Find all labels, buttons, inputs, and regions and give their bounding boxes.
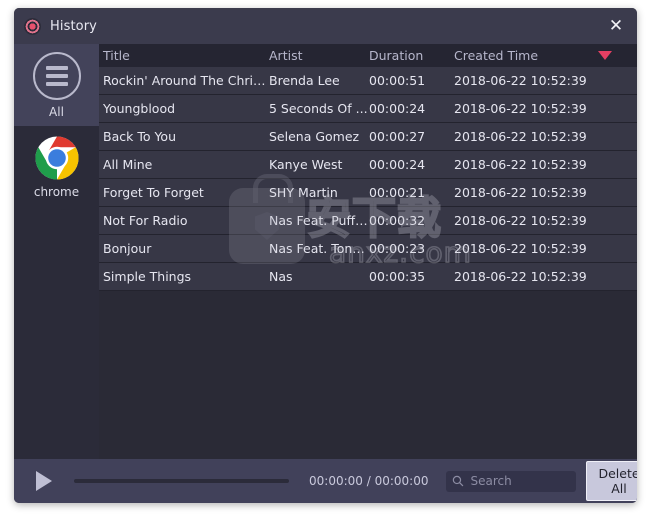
row-cell-created-time: 2018-06-22 10:52:39: [454, 185, 587, 200]
row-cell-title: Back To You: [103, 129, 176, 144]
player-bar: 00:00:00 / 00:00:00 Delete All: [14, 459, 637, 503]
title-bar: History ✕: [14, 8, 637, 44]
row-cell-duration: 00:00:24: [369, 157, 426, 172]
row-cell-artist: SHY Martin: [269, 185, 338, 200]
row-cell-duration: 00:00:35: [369, 269, 426, 284]
window-title: History: [50, 18, 97, 34]
row-cell-title: All Mine: [103, 157, 153, 172]
history-window: History ✕ All chrome Title Artist Durati…: [14, 8, 637, 503]
row-cell-duration: 00:00:23: [369, 241, 426, 256]
table-row[interactable]: Back To You Selena Gomez 00:00:27 2018-06-2…: [99, 123, 637, 151]
column-header-duration[interactable]: Duration: [369, 48, 454, 63]
search-box[interactable]: [446, 470, 577, 492]
hamburger-circle-icon: [32, 51, 81, 100]
row-cell-title: Bonjour: [103, 241, 152, 256]
row-cell-duration: 00:00:32: [369, 213, 426, 228]
window-body: All chrome Title Artist Duration Created…: [14, 44, 637, 459]
row-cell-created-time: 2018-06-22 10:52:39: [454, 101, 587, 116]
row-cell-title: Rockin' Around The Christ...: [103, 73, 269, 88]
search-icon: [453, 475, 464, 487]
chrome-logo-icon: [34, 135, 79, 180]
row-cell-created-time: 2018-06-22 10:52:39: [454, 157, 587, 172]
sort-descending-caret-icon: [598, 51, 612, 60]
row-cell-duration: 00:00:27: [369, 129, 426, 144]
sidebar-item-label-chrome: chrome: [33, 184, 80, 199]
progress-slider[interactable]: [74, 479, 289, 483]
play-icon[interactable]: [36, 471, 52, 491]
row-cell-duration: 00:00:21: [369, 185, 426, 200]
row-cell-created-time: 2018-06-22 10:52:39: [454, 129, 587, 144]
row-cell-created-time: 2018-06-22 10:52:39: [454, 73, 587, 88]
table-row[interactable]: Forget To Forget SHY Martin 00:00:21 2018-0…: [99, 179, 637, 207]
column-header-created-time[interactable]: Created Time: [454, 48, 594, 63]
search-input[interactable]: [468, 473, 571, 489]
table-header-row: Title Artist Duration Created Time: [99, 44, 637, 67]
table-row[interactable]: Youngblood 5 Seconds Of ... 00:00:24 2018-0…: [99, 95, 637, 123]
row-cell-duration: 00:00:24: [369, 101, 426, 116]
table-row[interactable]: Not For Radio Nas Feat. Puff ... 00:00:32 2…: [99, 207, 637, 235]
close-icon[interactable]: ✕: [603, 14, 629, 38]
delete-all-button[interactable]: Delete All: [586, 461, 637, 501]
table-row[interactable]: Rockin' Around The Christ... Brenda Lee 00…: [99, 67, 637, 95]
row-cell-artist: Nas: [269, 269, 293, 284]
row-cell-artist: Selena Gomez: [269, 129, 360, 144]
row-cell-title: Forget To Forget: [103, 185, 204, 200]
column-header-artist[interactable]: Artist: [269, 48, 369, 63]
row-cell-artist: Kanye West: [269, 157, 343, 172]
history-table: Title Artist Duration Created Time Rocki…: [99, 44, 637, 459]
row-cell-title: Simple Things: [103, 269, 192, 284]
row-cell-title: Not For Radio: [103, 213, 188, 228]
row-cell-created-time: 2018-06-22 10:52:39: [454, 269, 587, 284]
table-row[interactable]: Bonjour Nas Feat. Tony... 00:00:23 2018-06-…: [99, 235, 637, 263]
time-display: 00:00:00 / 00:00:00: [309, 474, 429, 488]
row-cell-duration: 00:00:51: [369, 73, 426, 88]
sidebar-item-label-all: All: [49, 104, 64, 119]
row-cell-title: Youngblood: [103, 101, 176, 116]
record-circle-icon: [24, 17, 41, 35]
sidebar: All chrome: [14, 44, 99, 459]
sidebar-item-chrome[interactable]: chrome: [14, 126, 99, 208]
table-row[interactable]: Simple Things Nas 00:00:35 2018-06-22 10:52…: [99, 263, 637, 291]
column-header-title[interactable]: Title: [99, 48, 269, 63]
row-cell-artist: Nas Feat. Tony...: [269, 241, 369, 256]
table-body: Rockin' Around The Christ... Brenda Lee 00…: [99, 67, 637, 459]
table-row[interactable]: All Mine Kanye West 00:00:24 2018-06-22 10:…: [99, 151, 637, 179]
sort-indicator[interactable]: [594, 51, 634, 60]
row-cell-artist: Nas Feat. Puff ...: [269, 213, 369, 228]
row-cell-created-time: 2018-06-22 10:52:39: [454, 241, 587, 256]
row-cell-artist: 5 Seconds Of ...: [269, 101, 368, 116]
row-cell-artist: Brenda Lee: [269, 73, 340, 88]
row-cell-created-time: 2018-06-22 10:52:39: [454, 213, 587, 228]
sidebar-item-all[interactable]: All: [14, 44, 99, 126]
